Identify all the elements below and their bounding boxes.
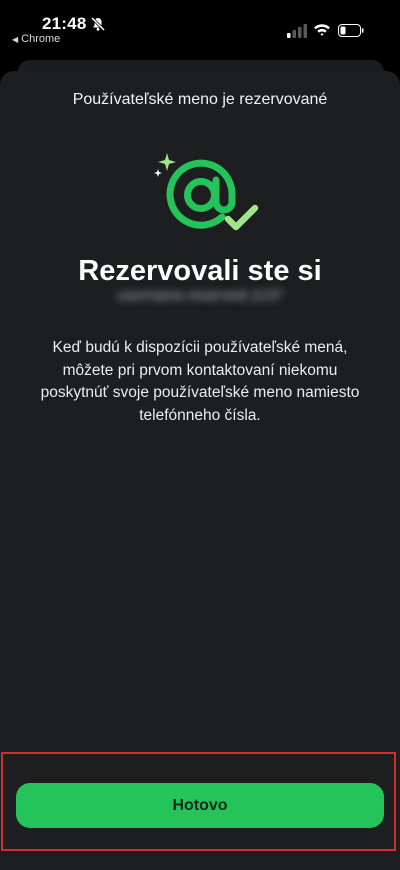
status-bar: 21:48 ◀ Chrome [0, 0, 400, 52]
bell-slash-icon [90, 16, 106, 32]
reserved-username: username.reserved.1137 [117, 287, 283, 304]
sheet-title: Používateľské meno je rezervované [72, 91, 328, 108]
back-app-label: Chrome [21, 33, 61, 45]
back-arrow-icon: ◀ [12, 35, 19, 44]
description-text: Keď budú k dispozícii používateľské mená… [40, 339, 360, 424]
at-sign-check-icon [154, 153, 259, 231]
signal-icon [287, 24, 307, 38]
battery-icon [338, 24, 364, 37]
wifi-icon [314, 24, 330, 36]
back-to-app-link[interactable]: ◀ Chrome [12, 33, 60, 45]
headline: Rezervovali ste si [78, 255, 322, 287]
status-time: 21:48 [42, 14, 87, 33]
done-button[interactable]: Hotovo [16, 783, 384, 828]
